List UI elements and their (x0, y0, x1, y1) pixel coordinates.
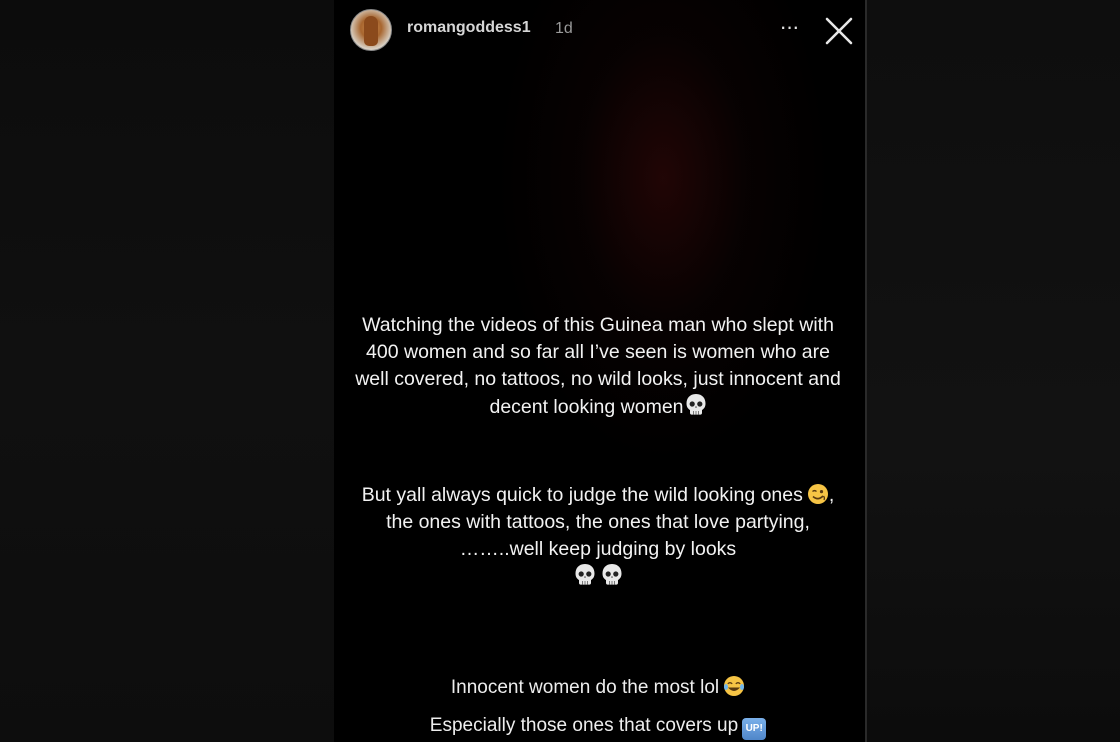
story-viewer: romangoddess1 1d ··· Watching the videos… (0, 0, 1120, 742)
story-line-3: Innocent women do the most lol (348, 675, 848, 701)
story-timestamp: 1d (555, 20, 573, 37)
story-header: romangoddess1 1d ··· (334, 0, 865, 60)
close-button[interactable] (822, 14, 856, 48)
story-line-4: Especially those ones that covers up UP! (348, 713, 848, 740)
skull-icon (686, 394, 706, 415)
more-options-icon: ··· (779, 14, 800, 39)
line-4-text: Especially those ones that covers up (429, 715, 739, 736)
close-icon (825, 17, 853, 45)
tears-of-joy-icon (724, 676, 745, 696)
avatar[interactable] (350, 9, 392, 51)
paragraph-2-text-a: But yall always quick to judge the wild … (361, 484, 803, 506)
next-story-blur[interactable] (866, 0, 1120, 742)
story-paragraph-1: Watching the videos of this Guinea man w… (348, 312, 848, 421)
avatar-figure (364, 16, 378, 46)
more-options-button[interactable]: ··· (772, 16, 806, 44)
story-paragraph-2: But yall always quick to judge the wild … (348, 482, 848, 591)
paragraph-1-text: Watching the videos of this Guinea man w… (355, 314, 841, 418)
line-3-text: Innocent women do the most lol (450, 677, 720, 698)
up-icon: UP! (742, 718, 767, 740)
story-card[interactable]: romangoddess1 1d ··· Watching the videos… (334, 0, 867, 742)
skull-icon (602, 564, 622, 585)
skull-icon (575, 564, 595, 585)
username[interactable]: romangoddess1 (407, 19, 531, 37)
previous-story-blur[interactable] (0, 0, 334, 742)
winking-face-icon (807, 484, 828, 504)
